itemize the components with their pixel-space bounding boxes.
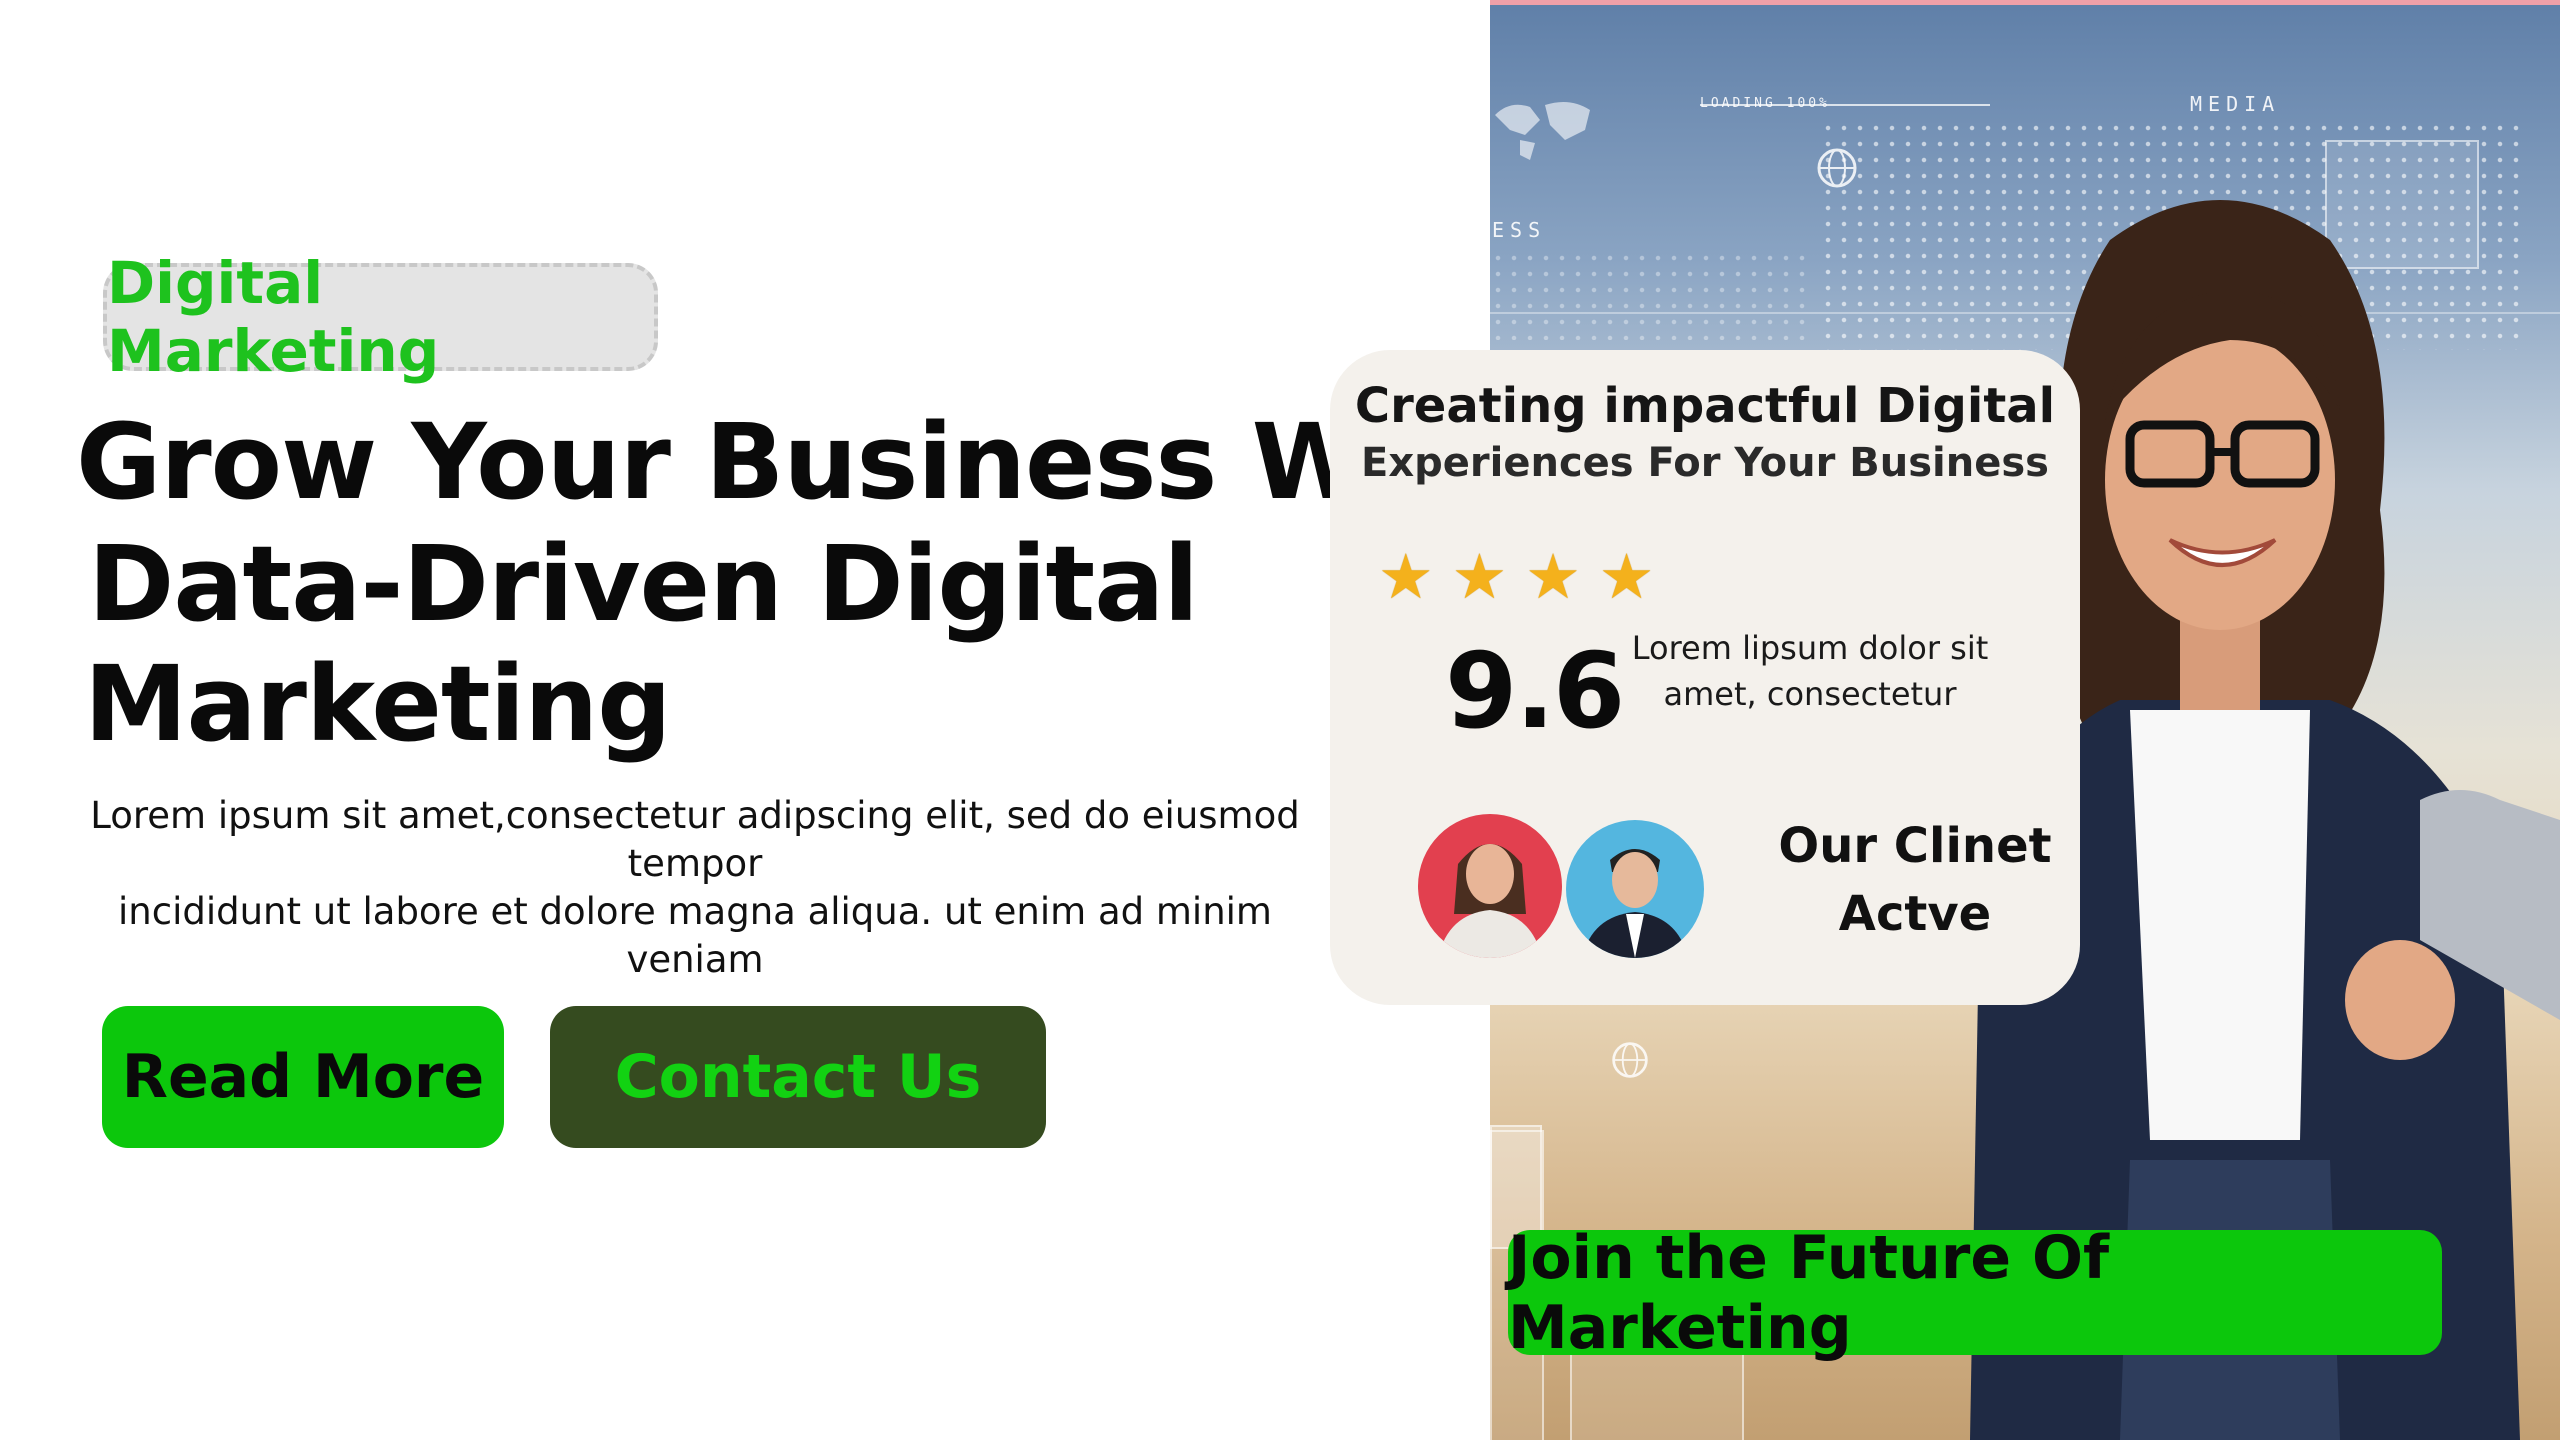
globe-icon: [1817, 148, 1857, 188]
ess-text: ESS: [1492, 218, 1547, 242]
dot-grid: [1490, 250, 1810, 340]
rating-description: Lorem lipsum dolor sit amet, consectetur: [1600, 625, 2020, 717]
headline-line-2: Data-Driven Digital: [88, 523, 1199, 645]
star-icon: ★: [1525, 543, 1581, 612]
intro-line-1: Lorem ipsum sit amet,consectetur adipsci…: [90, 794, 1300, 885]
star-icon: ★: [1598, 543, 1655, 612]
intro-line-2: incididunt ut labore et dolore magna ali…: [118, 890, 1272, 981]
globe-icon: [1612, 1042, 1648, 1078]
rating-stars: ★ ★ ★ ★: [1378, 540, 1654, 613]
rating-description-line-2: amet, consectetur: [1663, 675, 1957, 713]
category-tag-label: Digital Marketing: [107, 249, 440, 385]
card-subtitle: Experiences For Your Business: [1361, 440, 2049, 486]
client-label: Our Clinet Actve: [1760, 812, 2070, 948]
headline-line-1: Grow Your Business With: [76, 401, 1523, 523]
world-map-icon: [1495, 101, 1590, 160]
media-text: MEDIA: [2190, 92, 2281, 116]
client-label-line-2: Actve: [1838, 886, 1992, 942]
rating-score: 9.6: [1445, 630, 1625, 752]
contact-us-button[interactable]: Contact Us: [550, 1006, 1046, 1148]
read-more-button[interactable]: Read More: [102, 1006, 504, 1148]
top-accent-line: [1490, 0, 2560, 5]
client-avatar-woman: [1418, 814, 1562, 958]
join-future-button[interactable]: Join the Future Of Marketing: [1508, 1223, 2442, 1363]
star-icon: ★: [1378, 543, 1434, 612]
client-label-line-1: Our Clinet: [1778, 818, 2052, 874]
star-icon: ★: [1451, 543, 1508, 612]
intro-paragraph: Lorem ipsum sit amet,consectetur adipsci…: [60, 792, 1330, 984]
card-title: Creating impactful Digital: [1354, 378, 2056, 434]
loading-text: LOADING 100%: [1700, 96, 1830, 111]
category-tag: Digital Marketing: [103, 249, 658, 385]
headline-line-3: Marketing: [84, 643, 672, 765]
rating-description-line-1: Lorem lipsum dolor sit: [1631, 629, 1989, 667]
client-avatar-man: [1566, 820, 1704, 958]
